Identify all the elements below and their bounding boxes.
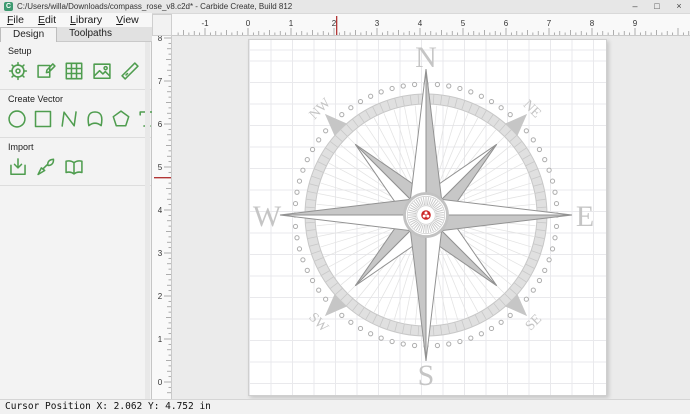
ruler-label: 0 xyxy=(158,378,163,387)
tool-row xyxy=(0,58,151,87)
ruler-label: -1 xyxy=(201,19,209,28)
ruler-label: 1 xyxy=(158,335,163,344)
tool-grid-settings[interactable] xyxy=(62,59,86,83)
menu-item-edit[interactable]: Edit xyxy=(31,13,63,27)
ruler-label: 1 xyxy=(289,19,294,28)
close-button[interactable]: × xyxy=(668,0,690,13)
section-title-import: Import xyxy=(0,138,151,154)
window-title: C:/Users/willa/Downloads/compass_rose_v8… xyxy=(17,2,292,11)
tool-create-curve[interactable] xyxy=(58,107,80,131)
ruler-label: 4 xyxy=(418,19,423,28)
maximize-button[interactable]: □ xyxy=(646,0,668,13)
tool-row xyxy=(0,106,151,135)
menu-item-view[interactable]: View xyxy=(109,13,146,27)
sidebar-scrollbar[interactable] xyxy=(145,42,150,399)
rectangle-icon xyxy=(32,108,54,130)
document-edit-icon xyxy=(35,60,57,82)
section-title-create-vector: Create Vector xyxy=(0,90,151,106)
measure-icon xyxy=(119,60,141,82)
grid-icon xyxy=(63,60,85,82)
ruler-label: 3 xyxy=(158,249,163,258)
ruler-label: 6 xyxy=(158,120,163,129)
tool-create-rectangle[interactable] xyxy=(32,107,54,131)
ruler-label: 0 xyxy=(246,19,251,28)
ruler-label: 8 xyxy=(590,19,595,28)
circle-icon xyxy=(6,108,28,130)
minimize-button[interactable]: – xyxy=(624,0,646,13)
ruler-label: 6 xyxy=(504,19,509,28)
tab-design[interactable]: Design xyxy=(0,27,57,42)
stock-area[interactable] xyxy=(248,39,607,396)
curve-icon xyxy=(58,108,80,130)
title-bar: C C:/Users/willa/Downloads/compass_rose_… xyxy=(0,0,690,14)
gear-icon xyxy=(7,60,29,82)
ruler-label: 8 xyxy=(158,36,163,43)
tool-create-polygon[interactable] xyxy=(110,107,132,131)
tool-background-image[interactable] xyxy=(90,59,114,83)
ruler-label: 2 xyxy=(158,292,163,301)
tool-shape-library[interactable] xyxy=(62,155,86,179)
ruler-corner xyxy=(152,14,172,36)
cursor-position-text: Cursor Position X: 2.062 Y: 4.752 in xyxy=(5,401,211,412)
section-title-setup: Setup xyxy=(0,42,151,58)
tab-toolpaths[interactable]: Toolpaths xyxy=(57,27,124,42)
tool-measure[interactable] xyxy=(118,59,142,83)
tab-bar: Design Toolpaths xyxy=(0,27,152,42)
app-logo-icon: C xyxy=(4,2,13,11)
design-canvas[interactable]: NESWNESESWNW xyxy=(172,36,690,399)
tool-create-circle[interactable] xyxy=(6,107,28,131)
section-divider xyxy=(0,185,151,186)
ruler-label: 5 xyxy=(461,19,466,28)
menu-item-file[interactable]: File xyxy=(0,13,31,27)
ruler-label: 4 xyxy=(158,206,163,215)
ruler-label: 3 xyxy=(375,19,380,28)
tool-create-shape[interactable] xyxy=(84,107,106,131)
tool-edit-document[interactable] xyxy=(34,59,58,83)
tool-import-file[interactable] xyxy=(6,155,30,179)
trace-icon xyxy=(35,156,57,178)
status-bar: Cursor Position X: 2.062 Y: 4.752 in xyxy=(0,399,690,414)
carbide-create-window: C C:/Users/willa/Downloads/compass_rose_… xyxy=(0,0,690,414)
ruler-label: 7 xyxy=(547,19,552,28)
book-icon xyxy=(63,156,85,178)
ruler-label: 9 xyxy=(633,19,638,28)
top-ruler: -10123456789 xyxy=(172,14,690,36)
shape-icon xyxy=(84,108,106,130)
polygon-icon xyxy=(110,108,132,130)
sidebar: Setup Create Vector Import xyxy=(0,42,152,399)
import-icon xyxy=(7,156,29,178)
ruler-label: 5 xyxy=(158,163,163,172)
left-ruler: 8 7 6 5 4 3 2 1 0 xyxy=(152,36,172,399)
tool-row xyxy=(0,154,151,183)
menu-item-library[interactable]: Library xyxy=(63,13,109,27)
ruler-label: 7 xyxy=(158,77,163,86)
tool-job-setup[interactable] xyxy=(6,59,30,83)
tool-trace-image[interactable] xyxy=(34,155,58,179)
window-controls: – □ × xyxy=(624,0,690,13)
image-icon xyxy=(91,60,113,82)
menu-bar: FileEditLibraryViewHelp xyxy=(0,13,152,27)
